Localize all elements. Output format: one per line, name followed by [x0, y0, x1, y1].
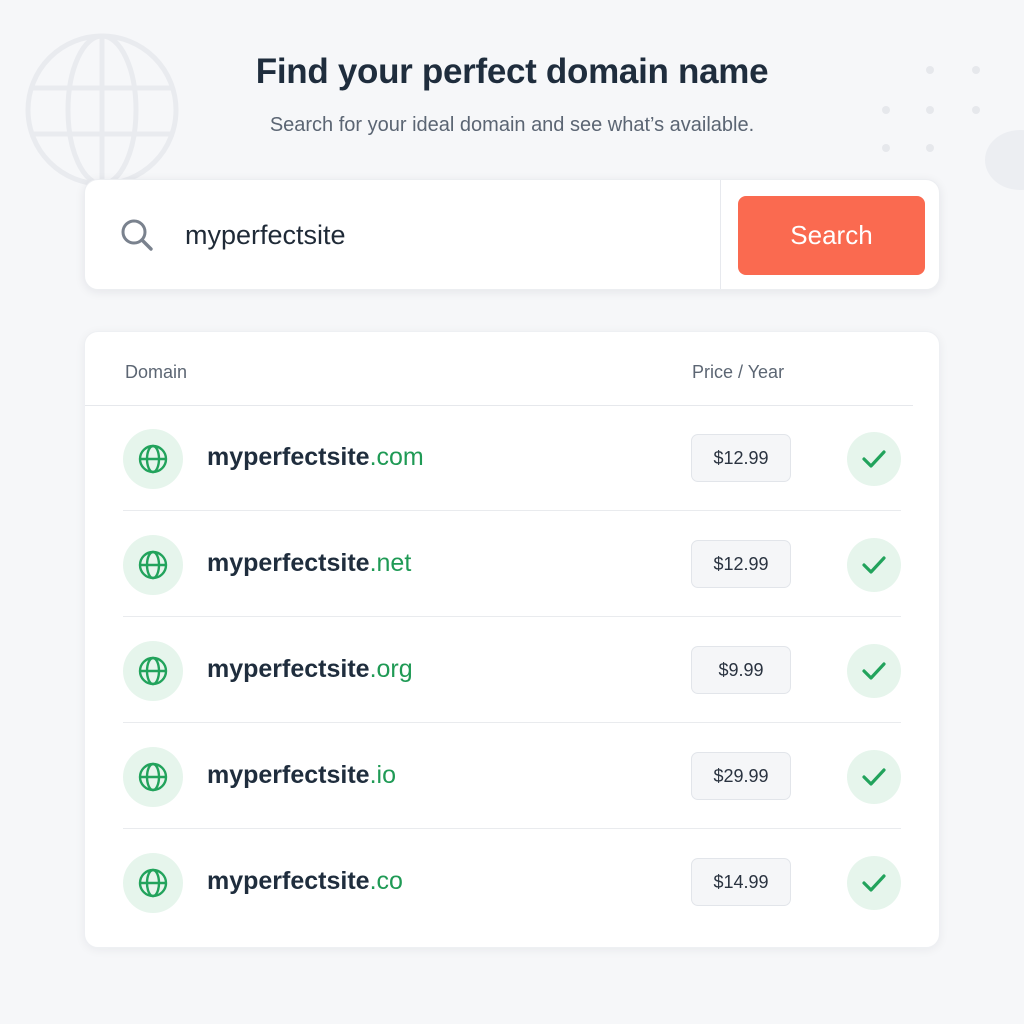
check-icon [862, 556, 886, 574]
search-bar: Search [84, 179, 940, 290]
row-globe-badge [123, 429, 183, 489]
price-badge: $14.99 [691, 858, 791, 906]
domain-name[interactable]: myperfectsite.co [207, 867, 403, 896]
domain-tld: .org [369, 655, 413, 683]
domain-base: myperfectsite [207, 549, 370, 577]
page-subtitle: Search for your ideal domain and see wha… [269, 114, 755, 136]
row-globe-badge [123, 853, 183, 913]
row-divider [123, 828, 901, 829]
search-button[interactable]: Search [738, 196, 925, 275]
table-row[interactable]: myperfectsite.net $12.99 [123, 512, 901, 617]
available-badge[interactable] [847, 538, 901, 592]
domain-name[interactable]: myperfectsite.com [207, 443, 424, 472]
check-icon [862, 662, 886, 680]
price-badge: $12.99 [691, 434, 791, 482]
check-icon [862, 874, 886, 892]
price-badge: $9.99 [691, 646, 791, 694]
column-header-price: Price / Year [692, 362, 785, 382]
search-icon [121, 219, 153, 251]
domain-tld: .io [369, 761, 396, 789]
globe-icon [138, 550, 168, 580]
domain-name[interactable]: myperfectsite.org [207, 655, 413, 684]
row-globe-badge [123, 641, 183, 701]
domain-base: myperfectsite [207, 655, 370, 683]
results-table: Domain Price / Year myperfectsite.com $1… [84, 331, 940, 948]
domain-tld: .net [369, 549, 412, 577]
domain-name[interactable]: myperfectsite.net [207, 549, 411, 578]
price-badge: $12.99 [691, 540, 791, 588]
row-globe-badge [123, 535, 183, 595]
row-divider [123, 722, 901, 723]
globe-icon [138, 762, 168, 792]
domain-base: myperfectsite [207, 443, 370, 471]
search-input[interactable] [185, 208, 705, 262]
row-divider [123, 510, 901, 511]
table-row[interactable]: myperfectsite.com $12.99 [123, 406, 901, 511]
check-icon [862, 450, 886, 468]
available-badge[interactable] [847, 432, 901, 486]
globe-icon [138, 656, 168, 686]
domain-tld: .co [369, 867, 403, 895]
row-divider [123, 616, 901, 617]
globe-icon [138, 868, 168, 898]
table-row[interactable]: myperfectsite.co $14.99 [123, 830, 901, 935]
domain-search-page: Find your perfect domain name Search for… [0, 0, 1024, 1024]
table-row[interactable]: myperfectsite.io $29.99 [123, 724, 901, 829]
globe-icon [138, 444, 168, 474]
column-header-domain: Domain [125, 362, 188, 382]
domain-base: myperfectsite [207, 761, 370, 789]
price-badge: $29.99 [691, 752, 791, 800]
page-title: Find your perfect domain name [255, 52, 769, 91]
available-badge[interactable] [847, 750, 901, 804]
search-divider [720, 180, 721, 289]
row-globe-badge [123, 747, 183, 807]
available-badge[interactable] [847, 644, 901, 698]
domain-base: myperfectsite [207, 867, 370, 895]
check-icon [862, 768, 886, 786]
domain-name[interactable]: myperfectsite.io [207, 761, 396, 790]
table-row[interactable]: myperfectsite.org $9.99 [123, 618, 901, 723]
available-badge[interactable] [847, 856, 901, 910]
domain-tld: .com [369, 443, 424, 471]
